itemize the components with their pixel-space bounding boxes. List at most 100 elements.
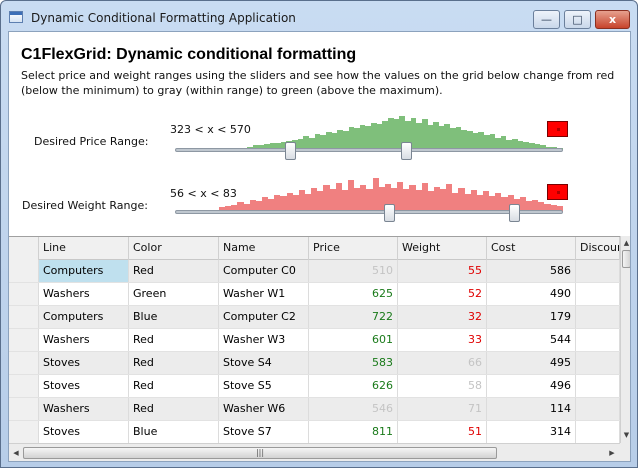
column-header-price[interactable]: Price xyxy=(309,237,398,260)
cell-line[interactable]: Stoves xyxy=(39,421,129,443)
cell-weight[interactable]: 52 xyxy=(398,283,487,305)
cell-cost[interactable]: 495 xyxy=(487,352,576,374)
cell-discount[interactable] xyxy=(576,306,620,328)
cell-price[interactable]: 722 xyxy=(309,306,398,328)
cell-line[interactable]: Washers xyxy=(39,283,129,305)
row-header[interactable] xyxy=(9,398,39,420)
price-max-thumb[interactable] xyxy=(401,142,412,160)
row-header[interactable] xyxy=(9,352,39,374)
cell-color[interactable]: Red xyxy=(129,375,219,397)
title-bar[interactable]: Dynamic Conditional Formatting Applicati… xyxy=(1,1,637,31)
cell-color[interactable]: Green xyxy=(129,283,219,305)
cell-weight[interactable]: 71 xyxy=(398,398,487,420)
price-min-thumb[interactable] xyxy=(285,142,296,160)
cell-name[interactable]: Washer W1 xyxy=(219,283,309,305)
scroll-right-icon[interactable]: ▶ xyxy=(606,447,618,459)
row-header[interactable] xyxy=(9,260,39,282)
table-row[interactable]: Washers Red Washer W3 601 33 544 xyxy=(9,329,620,352)
scroll-left-icon[interactable]: ◀ xyxy=(10,447,22,459)
cell-name[interactable]: Washer W6 xyxy=(219,398,309,420)
price-slider-track[interactable] xyxy=(175,148,563,152)
cell-discount[interactable] xyxy=(576,283,620,305)
cell-discount[interactable] xyxy=(576,260,620,282)
cell-discount[interactable] xyxy=(576,398,620,420)
weight-max-thumb[interactable] xyxy=(509,204,520,222)
cell-price[interactable]: 601 xyxy=(309,329,398,351)
vertical-scrollbar[interactable]: ▲ ▼ xyxy=(620,236,630,443)
row-header[interactable] xyxy=(9,283,39,305)
column-header-cost[interactable]: Cost xyxy=(487,237,576,260)
column-header-color[interactable]: Color xyxy=(129,237,219,260)
cell-color[interactable]: Blue xyxy=(129,306,219,328)
weight-min-thumb[interactable] xyxy=(384,204,395,222)
cell-color[interactable]: Red xyxy=(129,352,219,374)
cell-line[interactable]: Computers xyxy=(39,306,129,328)
column-header-line[interactable]: Line xyxy=(39,237,129,260)
row-header[interactable] xyxy=(9,329,39,351)
cell-name[interactable]: Stove S7 xyxy=(219,421,309,443)
horizontal-scrollbar[interactable]: ◀ ||| ▶ xyxy=(9,443,620,461)
cell-color[interactable]: Red xyxy=(129,329,219,351)
table-row[interactable]: Washers Red Washer W6 546 71 114 xyxy=(9,398,620,421)
table-row[interactable]: Computers Blue Computer C2 722 32 179 xyxy=(9,306,620,329)
close-button[interactable]: x xyxy=(595,10,630,29)
cell-price[interactable]: 625 xyxy=(309,283,398,305)
horizontal-scroll-thumb[interactable]: ||| xyxy=(23,447,497,459)
table-row[interactable]: Stoves Red Stove S4 583 66 495 xyxy=(9,352,620,375)
cell-price[interactable]: 583 xyxy=(309,352,398,374)
cell-weight[interactable]: 51 xyxy=(398,421,487,443)
flex-grid[interactable]: Line Color Name Price Weight Cost Discou… xyxy=(9,236,620,443)
cell-line[interactable]: Computers xyxy=(39,260,129,282)
cell-price[interactable]: 546 xyxy=(309,398,398,420)
price-color-swatch[interactable] xyxy=(547,121,568,137)
cell-cost[interactable]: 496 xyxy=(487,375,576,397)
table-row[interactable]: Stoves Red Stove S5 626 58 496 xyxy=(9,375,620,398)
cell-color[interactable]: Red xyxy=(129,260,219,282)
cell-line[interactable]: Washers xyxy=(39,398,129,420)
table-row[interactable]: Computers Red Computer C0 510 55 586 xyxy=(9,260,620,283)
cell-cost[interactable]: 490 xyxy=(487,283,576,305)
cell-discount[interactable] xyxy=(576,375,620,397)
maximize-button[interactable]: □ xyxy=(564,10,591,29)
cell-name[interactable]: Washer W3 xyxy=(219,329,309,351)
scroll-down-icon[interactable]: ▼ xyxy=(621,429,630,441)
row-header[interactable] xyxy=(9,306,39,328)
cell-name[interactable]: Computer C0 xyxy=(219,260,309,282)
weight-slider-track[interactable] xyxy=(175,210,563,214)
table-row[interactable]: Stoves Blue Stove S7 811 51 314 xyxy=(9,421,620,443)
cell-name[interactable]: Stove S4 xyxy=(219,352,309,374)
cell-discount[interactable] xyxy=(576,421,620,443)
column-header-name[interactable]: Name xyxy=(219,237,309,260)
minimize-button[interactable]: — xyxy=(533,10,560,29)
cell-cost[interactable]: 586 xyxy=(487,260,576,282)
cell-discount[interactable] xyxy=(576,329,620,351)
table-row[interactable]: Washers Green Washer W1 625 52 490 xyxy=(9,283,620,306)
cell-weight[interactable]: 33 xyxy=(398,329,487,351)
cell-weight[interactable]: 55 xyxy=(398,260,487,282)
cell-price[interactable]: 811 xyxy=(309,421,398,443)
cell-price[interactable]: 510 xyxy=(309,260,398,282)
vertical-scroll-thumb[interactable] xyxy=(622,250,630,268)
cell-cost[interactable]: 314 xyxy=(487,421,576,443)
cell-line[interactable]: Stoves xyxy=(39,352,129,374)
column-header-discount[interactable]: Discount xyxy=(576,237,620,260)
column-header-weight[interactable]: Weight xyxy=(398,237,487,260)
cell-line[interactable]: Washers xyxy=(39,329,129,351)
scroll-up-icon[interactable]: ▲ xyxy=(621,237,630,249)
row-header[interactable] xyxy=(9,375,39,397)
cell-name[interactable]: Computer C2 xyxy=(219,306,309,328)
cell-discount[interactable] xyxy=(576,352,620,374)
row-header[interactable] xyxy=(9,421,39,443)
weight-color-swatch[interactable] xyxy=(547,184,568,200)
cell-price[interactable]: 626 xyxy=(309,375,398,397)
cell-cost[interactable]: 544 xyxy=(487,329,576,351)
cell-cost[interactable]: 179 xyxy=(487,306,576,328)
cell-name[interactable]: Stove S5 xyxy=(219,375,309,397)
cell-line[interactable]: Stoves xyxy=(39,375,129,397)
cell-weight[interactable]: 58 xyxy=(398,375,487,397)
cell-weight[interactable]: 32 xyxy=(398,306,487,328)
cell-cost[interactable]: 114 xyxy=(487,398,576,420)
cell-color[interactable]: Blue xyxy=(129,421,219,443)
cell-color[interactable]: Red xyxy=(129,398,219,420)
cell-weight[interactable]: 66 xyxy=(398,352,487,374)
